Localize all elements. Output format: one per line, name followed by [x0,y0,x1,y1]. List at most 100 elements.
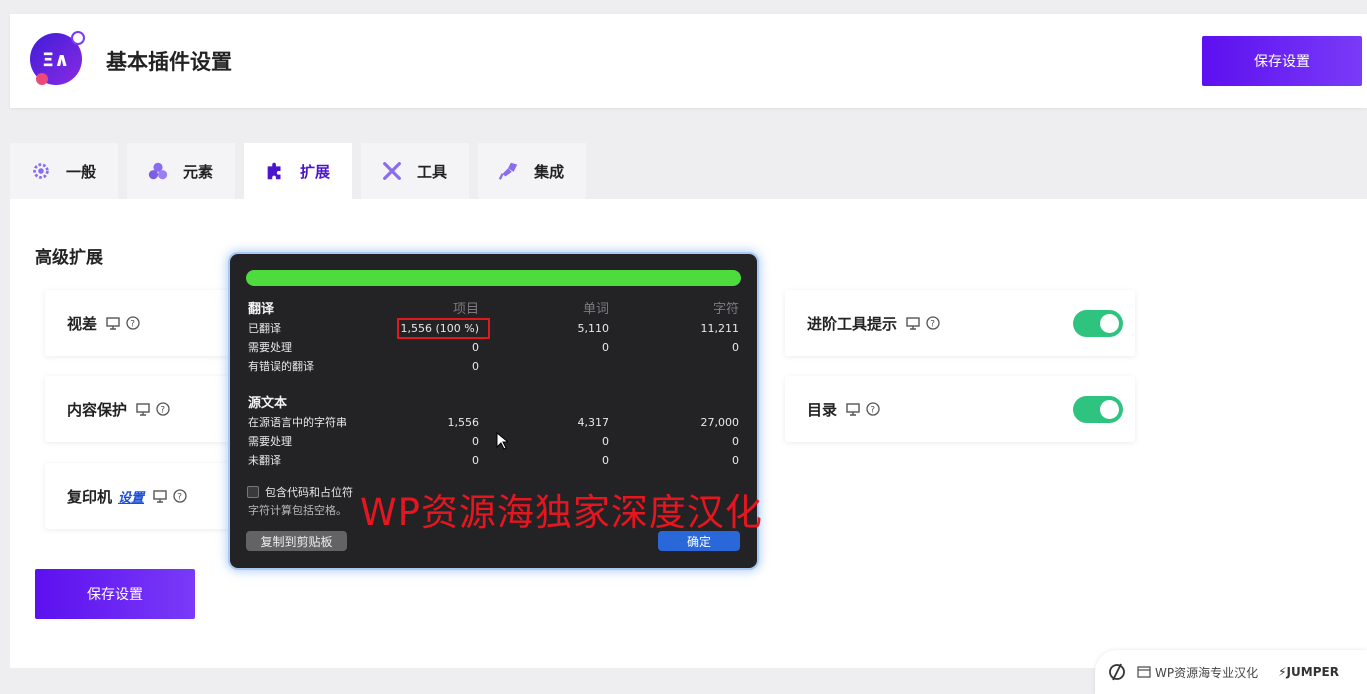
tab-tools-label: 工具 [417,162,448,181]
row-label: 有错误的翻译 [248,360,314,373]
row-label: 需要处理 [248,435,292,448]
mouse-cursor-icon [496,432,508,450]
monitor-icon [153,489,167,503]
column-header: 项目 [452,302,479,317]
tab-extensions[interactable]: 扩展 [244,143,353,199]
svg-text:?: ? [160,406,165,416]
svg-text:?: ? [930,320,935,330]
include-code-checkbox[interactable] [247,486,259,498]
page-title: 基本插件设置 [106,50,232,74]
card-label: 目录 [807,400,838,419]
section-heading: 源文本 [248,396,288,411]
cell: 0 [472,341,479,354]
table-header-row: 源文本 [248,394,739,413]
translation-table: 翻译 项目 单词 字符 已翻译 1,556 (100 %) 5,110 11,2… [248,300,739,376]
section-title: 高级扩展 [35,248,103,268]
footer-brand[interactable]: ⚡JUMPER [1278,665,1339,679]
footer-badge: WP资源海专业汉化 ⚡JUMPER [1095,650,1367,694]
table-row: 未翻译 0 0 0 [248,451,739,470]
table-row: 在源语言中的字符串 1,556 4,317 27,000 [248,413,739,432]
cell: 0 [472,454,479,467]
table-row: 需要处理 0 0 0 [248,432,739,451]
slash-circle-icon [1109,663,1125,681]
save-settings-button[interactable]: 保存设置 [1202,36,1362,86]
cell: 0 [732,435,739,448]
card-advanced-tooltip: 进阶工具提示 ? [785,290,1135,356]
help-icon[interactable]: ? [926,316,940,330]
watermark-text: WP资源海独家深度汉化 [360,491,763,534]
save-settings-bottom-button[interactable]: 保存设置 [35,569,195,619]
table-row: 需要处理 0 0 0 [248,338,739,357]
card-label: 复印机 [67,487,113,506]
table-row: 已翻译 1,556 (100 %) 5,110 11,211 [248,318,740,339]
monitor-icon [106,316,120,330]
tab-tools[interactable]: 工具 [361,143,470,199]
tab-extensions-label: 扩展 [300,162,331,181]
cell: 11,211 [700,322,740,335]
cell: 0 [732,454,739,467]
tab-elements-label: 元素 [183,162,214,181]
cell: 0 [472,435,479,448]
highlight-box [397,318,490,339]
svg-text:?: ? [130,320,135,330]
table-row: 有错误的翻译 0 [248,357,739,376]
tab-bar: 一般 元素 扩展 工具 集成 [10,143,587,199]
cell: 4,317 [577,416,610,429]
card-parallax: 视差 ? [45,290,245,356]
cell: 27,000 [700,416,740,429]
advanced-tooltip-toggle[interactable] [1073,310,1123,337]
column-header: 字符 [712,302,739,317]
section-heading: 翻译 [248,302,275,317]
checkbox-label: 包含代码和占位符 [265,486,353,499]
tools-icon [383,162,401,180]
header: Ξ∧ 基本插件设置 保存设置 [10,14,1367,108]
elements-icon [148,162,168,180]
cell: 0 [472,360,479,373]
tab-elements[interactable]: 元素 [127,143,236,199]
cell: 1,556 (100 %) [397,318,490,339]
card-content-protection: 内容保护 ? [45,376,245,442]
card-label: 进阶工具提示 [807,314,898,333]
tab-general-label: 一般 [66,162,97,181]
column-header: 单词 [582,302,609,317]
row-label: 需要处理 [248,341,292,354]
monitor-icon [136,402,150,416]
duplicator-settings-link[interactable]: 设置 [118,487,144,506]
note-text: 字符计算包括空格。 [248,504,347,517]
tab-general[interactable]: 一般 [10,143,119,199]
cell: 1,556 [447,416,480,429]
card-label: 视差 [67,314,98,333]
table-header-row: 翻译 项目 单词 字符 [248,300,739,319]
footer-site-label[interactable]: WP资源海专业汉化 [1155,664,1258,681]
row-label: 已翻译 [248,322,281,335]
plug-icon [498,162,518,180]
help-icon[interactable]: ? [126,316,140,330]
footer-brand-label: JUMPER [1286,665,1339,679]
cell: 0 [732,341,739,354]
window-icon [1137,666,1151,678]
monitor-icon [846,402,860,416]
row-label: 在源语言中的字符串 [248,416,347,429]
svg-text:?: ? [177,493,182,503]
logo-icon: Ξ∧ [30,31,85,85]
cell: 0 [602,454,609,467]
card-label: 内容保护 [67,400,128,419]
puzzle-icon [267,162,281,180]
cell: 0 [602,435,609,448]
include-code-option[interactable]: 包含代码和占位符 [247,484,353,500]
help-icon[interactable]: ? [156,402,170,416]
card-duplicator: 复印机 设置 ? [45,463,245,529]
source-table: 源文本 在源语言中的字符串 1,556 4,317 27,000 需要处理 0 … [248,394,739,470]
svg-text:?: ? [870,406,875,416]
card-table-of-contents: 目录 ? [785,376,1135,442]
copy-to-clipboard-button[interactable]: 复制到剪贴板 [246,531,347,551]
progress-bar [246,270,741,286]
help-icon[interactable]: ? [866,402,880,416]
toc-toggle[interactable] [1073,396,1123,423]
svg-text:Ξ∧: Ξ∧ [42,49,69,71]
row-label: 未翻译 [248,454,281,467]
help-icon[interactable]: ? [173,489,187,503]
tab-integrations-label: 集成 [534,162,565,181]
tab-integrations[interactable]: 集成 [478,143,587,199]
monitor-icon [906,316,920,330]
